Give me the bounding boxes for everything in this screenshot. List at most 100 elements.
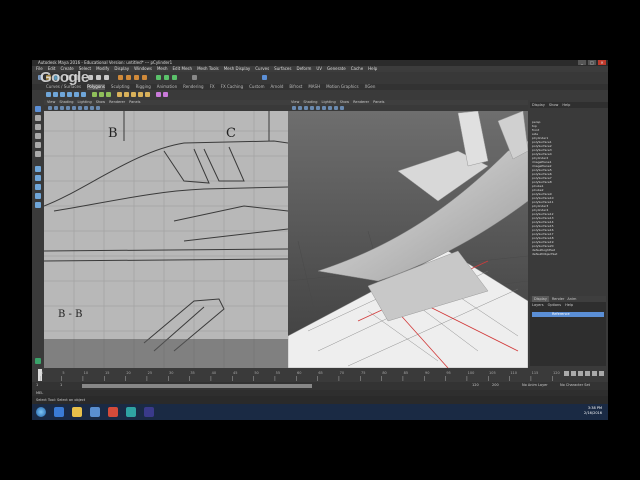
left-viewport[interactable]: View Shading Lighting Show Renderer Pane… — [44, 100, 288, 368]
outliner-layout-icon[interactable] — [35, 202, 41, 208]
range-start-field[interactable]: 1 — [36, 383, 38, 387]
layer-menu-options[interactable]: Options — [548, 302, 562, 308]
persp-graph-layout-icon[interactable] — [35, 193, 41, 199]
close-button[interactable]: ✕ — [598, 60, 606, 65]
timeline-tick — [466, 376, 468, 381]
layer-row-reference[interactable]: Reference — [532, 312, 604, 317]
outliner-menu-help[interactable]: Help — [562, 102, 570, 108]
automatic-uv-icon[interactable] — [163, 92, 168, 97]
multi-cut-icon[interactable] — [145, 92, 150, 97]
shadows-icon[interactable] — [328, 106, 332, 110]
planar-uv-icon[interactable] — [156, 92, 161, 97]
select-tool-icon[interactable] — [35, 106, 41, 112]
media-player-icon[interactable] — [90, 407, 100, 417]
timeline-tick-label: 35 — [190, 371, 194, 375]
status-line — [32, 72, 608, 84]
rotate-tool-icon[interactable] — [35, 142, 41, 148]
combine-icon[interactable] — [92, 92, 97, 97]
time-slider[interactable]: 1 5 10 15 20 25 30 35 40 45 50 55 60 65 70 75 80 85 90 95 10… — [32, 368, 608, 382]
snap-grid-icon[interactable] — [118, 75, 123, 80]
system-clock[interactable]: 3:38 PM 2/16/2016 — [584, 406, 602, 416]
isolate-icon[interactable] — [96, 106, 100, 110]
select-object-icon[interactable] — [96, 75, 101, 80]
photoshop-icon[interactable] — [144, 407, 154, 417]
plane-icon[interactable] — [74, 92, 79, 97]
play-forward-icon[interactable] — [585, 371, 590, 376]
textured-icon[interactable] — [316, 106, 320, 110]
shelf-icons — [32, 90, 608, 100]
chrome-icon[interactable] — [108, 407, 118, 417]
range-end-inner-field[interactable]: 120 — [472, 383, 479, 387]
outliner-list: persp top front side pCylinder1 polySurf… — [532, 120, 602, 256]
layer-menu-help[interactable]: Help — [565, 302, 573, 308]
character-set-select[interactable]: No Character Set — [560, 383, 590, 387]
anim-layer-select[interactable]: No Anim Layer — [522, 383, 548, 387]
range-end-field[interactable]: 200 — [492, 383, 499, 387]
select-component-icon[interactable] — [104, 75, 109, 80]
wireframe-icon[interactable] — [60, 106, 64, 110]
layer-menu-layers[interactable]: Layers — [532, 302, 544, 308]
snap-curve-icon[interactable] — [126, 75, 131, 80]
right-viewport[interactable]: View Shading Lighting Show Renderer Pane… — [288, 100, 528, 368]
list-item[interactable]: defaultObjectSet — [532, 252, 602, 256]
shadows-icon[interactable] — [84, 106, 88, 110]
snap-surface-icon[interactable] — [142, 75, 147, 80]
range-start-inner-field[interactable]: 1 — [60, 383, 62, 387]
render-settings-icon[interactable] — [172, 75, 177, 80]
xray-icon[interactable] — [334, 106, 338, 110]
side-by-side-layout-icon[interactable] — [35, 184, 41, 190]
four-layout-icon[interactable] — [35, 175, 41, 181]
timeline-tick-label: 30 — [169, 371, 173, 375]
textured-icon[interactable] — [72, 106, 76, 110]
isolate-icon[interactable] — [340, 106, 344, 110]
ipr-render-icon[interactable] — [164, 75, 169, 80]
xray-icon[interactable] — [90, 106, 94, 110]
scale-tool-icon[interactable] — [35, 151, 41, 157]
sphere-icon[interactable] — [46, 92, 51, 97]
play-back-icon[interactable] — [578, 371, 583, 376]
smooth-shade-icon[interactable] — [66, 106, 70, 110]
go-to-start-icon[interactable] — [564, 371, 569, 376]
bevel-icon[interactable] — [131, 92, 136, 97]
step-back-icon[interactable] — [571, 371, 576, 376]
bridge-icon[interactable] — [124, 92, 129, 97]
extrude-icon[interactable] — [117, 92, 122, 97]
snap-point-icon[interactable] — [134, 75, 139, 80]
insert-edge-loop-icon[interactable] — [138, 92, 143, 97]
lasso-tool-icon[interactable] — [35, 115, 41, 121]
cube-icon[interactable] — [53, 92, 58, 97]
step-forward-icon[interactable] — [592, 371, 597, 376]
maximize-button[interactable]: □ — [588, 60, 596, 65]
grid-icon[interactable] — [298, 106, 302, 110]
start-button-icon[interactable] — [36, 407, 46, 417]
outliner-menu-display[interactable]: Display — [532, 102, 545, 108]
move-tool-icon[interactable] — [35, 133, 41, 139]
timeline-tick-label: 5 — [62, 371, 64, 375]
lights-icon[interactable] — [78, 106, 82, 110]
script-editor-icon[interactable] — [35, 358, 41, 364]
paint-select-icon[interactable] — [35, 124, 41, 130]
render-icon[interactable] — [156, 75, 161, 80]
clock-date: 2/16/2016 — [584, 411, 602, 415]
smooth-shade-icon[interactable] — [310, 106, 314, 110]
file-explorer-icon[interactable] — [72, 407, 82, 417]
go-to-end-icon[interactable] — [599, 371, 604, 376]
minimize-button[interactable]: _ — [578, 60, 586, 65]
separate-icon[interactable] — [99, 92, 104, 97]
single-layout-icon[interactable] — [35, 166, 41, 172]
camera-icon[interactable] — [48, 106, 52, 110]
cylinder-icon[interactable] — [60, 92, 65, 97]
cone-icon[interactable] — [67, 92, 72, 97]
lights-icon[interactable] — [322, 106, 326, 110]
grid-icon[interactable] — [54, 106, 58, 110]
wireframe-icon[interactable] — [304, 106, 308, 110]
maya-icon[interactable] — [126, 407, 136, 417]
internet-explorer-icon[interactable] — [54, 407, 64, 417]
input-field-icon[interactable] — [192, 75, 197, 80]
range-slider-bar[interactable] — [82, 384, 312, 388]
torus-icon[interactable] — [81, 92, 86, 97]
camera-icon[interactable] — [292, 106, 296, 110]
sign-in-icon[interactable] — [262, 75, 267, 80]
smooth-icon[interactable] — [106, 92, 111, 97]
outliner-menu-show[interactable]: Show — [549, 102, 558, 108]
